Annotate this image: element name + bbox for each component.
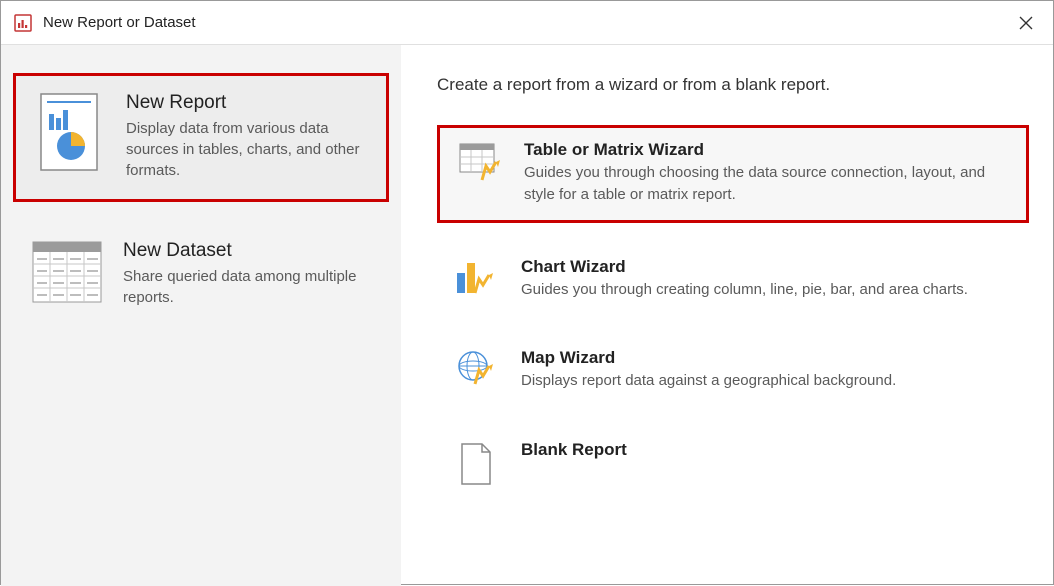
sidebar-item-title: New Dataset <box>123 240 371 262</box>
map-wizard-icon <box>455 348 497 390</box>
sidebar-item-title: New Report <box>126 92 368 114</box>
sidebar-item-desc: Display data from various data sources i… <box>126 118 368 181</box>
option-desc: Guides you through creating column, line… <box>521 279 1013 301</box>
option-title: Map Wizard <box>521 348 1013 368</box>
close-button[interactable] <box>1013 10 1039 36</box>
chart-wizard-icon <box>455 257 497 299</box>
option-desc: Guides you through choosing the data sou… <box>524 162 1010 206</box>
sidebar-item-new-report[interactable]: New Report Display data from various dat… <box>13 73 389 202</box>
main-heading: Create a report from a wizard or from a … <box>437 75 1029 95</box>
option-title: Chart Wizard <box>521 257 1013 277</box>
dataset-icon <box>31 240 103 308</box>
table-matrix-icon <box>458 140 500 182</box>
close-icon <box>1019 16 1033 30</box>
option-chart-wizard[interactable]: Chart Wizard Guides you through creating… <box>437 245 1029 315</box>
option-desc: Displays report data against a geographi… <box>521 370 1013 392</box>
sidebar-item-desc: Share queried data among multiple report… <box>123 266 371 308</box>
title-bar: New Report or Dataset <box>1 1 1053 45</box>
main-panel: Create a report from a wizard or from a … <box>401 45 1053 586</box>
window-title: New Report or Dataset <box>43 14 196 31</box>
app-icon <box>13 13 33 33</box>
sidebar: New Report Display data from various dat… <box>1 45 401 586</box>
report-icon <box>34 92 106 181</box>
blank-report-icon <box>455 440 497 486</box>
option-title: Blank Report <box>521 440 1013 460</box>
option-map-wizard[interactable]: Map Wizard Displays report data against … <box>437 336 1029 406</box>
option-blank-report[interactable]: Blank Report <box>437 428 1029 500</box>
sidebar-item-new-dataset[interactable]: New Dataset Share queried data among mul… <box>13 224 389 326</box>
option-table-matrix-wizard[interactable]: Table or Matrix Wizard Guides you throug… <box>437 125 1029 223</box>
option-title: Table or Matrix Wizard <box>524 140 1010 160</box>
